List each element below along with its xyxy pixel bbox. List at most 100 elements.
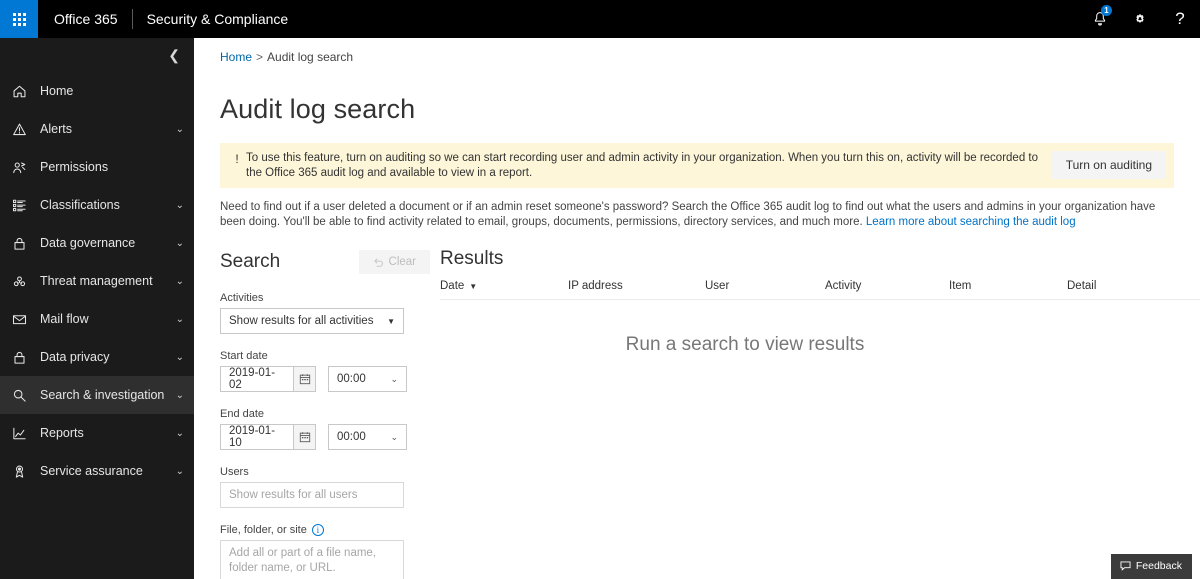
sidebar-item-classifications[interactable]: Classifications ⌄ — [0, 186, 194, 224]
breadcrumb-separator: > — [256, 50, 264, 64]
collapse-sidebar-button[interactable]: ❮ — [168, 48, 180, 62]
sidebar-item-label: Classifications — [40, 198, 120, 212]
activities-value: Show results for all activities — [229, 315, 374, 328]
sidebar-item-search-investigation[interactable]: Search & investigation ⌄ — [0, 376, 194, 414]
breadcrumb-current: Audit log search — [267, 50, 354, 64]
results-column-item[interactable]: Item — [949, 280, 1067, 292]
start-date-input[interactable]: 2019-01-02 — [220, 366, 293, 393]
results-column-label: Detail — [1067, 280, 1097, 293]
page-description: Need to find out if a user deleted a doc… — [220, 200, 1180, 230]
sidebar-item-label: Reports — [40, 426, 84, 440]
end-time-value: 00:00 — [337, 431, 366, 444]
chevron-down-icon: ▼ — [387, 316, 395, 326]
results-column-detail[interactable]: Detail — [1067, 280, 1187, 292]
file-label: File, folder, or site i — [220, 524, 430, 537]
app-launcher-button[interactable] — [0, 0, 38, 38]
file-label-text: File, folder, or site — [220, 524, 307, 537]
sidebar-item-label: Search & investigation — [40, 388, 165, 402]
clear-button-label: Clear — [388, 256, 416, 269]
home-icon — [12, 82, 36, 100]
activities-dropdown[interactable]: Show results for all activities ▼ — [220, 308, 404, 335]
start-date-label: Start date — [220, 350, 268, 363]
chart-line-icon — [12, 424, 36, 442]
results-column-ip-address[interactable]: IP address — [568, 280, 705, 292]
award-icon — [12, 462, 36, 480]
speech-bubble-icon — [1120, 561, 1131, 571]
sidebar-item-alerts[interactable]: Alerts ⌄ — [0, 110, 194, 148]
sidebar-item-label: Mail flow — [40, 312, 89, 326]
main-content: Home > Audit log search Audit log search !… — [194, 38, 1200, 579]
lock-icon — [12, 234, 36, 252]
chevron-down-icon[interactable]: ⌄ — [176, 124, 184, 135]
start-time-dropdown[interactable]: 00:00 ⌄ — [328, 366, 407, 393]
chevron-down-icon[interactable]: ⌄ — [176, 352, 184, 363]
chevron-down-icon[interactable]: ⌄ — [176, 238, 184, 249]
results-column-activity[interactable]: Activity — [825, 280, 949, 292]
sidebar-item-label: Alerts — [40, 122, 72, 136]
auditing-message-bar: ! To use this feature, turn on auditing … — [220, 143, 1174, 189]
chevron-down-icon[interactable]: ⌄ — [176, 200, 184, 211]
end-date-input[interactable]: 2019-01-10 — [220, 424, 293, 451]
chevron-down-icon: ⌄ — [390, 431, 398, 442]
sidebar-item-reports[interactable]: Reports ⌄ — [0, 414, 194, 452]
suite-app-name[interactable]: Security & Compliance — [133, 0, 289, 38]
search-panel: Search Clear Activities Show results for… — [220, 248, 430, 579]
turn-on-auditing-button[interactable]: Turn on auditing — [1051, 151, 1166, 180]
people-icon — [12, 158, 36, 176]
settings-button[interactable] — [1120, 0, 1160, 38]
feedback-button[interactable]: Feedback — [1110, 554, 1192, 579]
sidebar-item-threat-management[interactable]: Threat management ⌄ — [0, 262, 194, 300]
breadcrumb: Home > Audit log search — [194, 38, 1200, 64]
sidebar-item-label: Threat management — [40, 274, 153, 288]
end-date-label: End date — [220, 408, 265, 421]
help-button[interactable]: ? — [1160, 0, 1200, 38]
info-icon[interactable]: i — [311, 524, 324, 537]
sidebar-item-home[interactable]: Home — [0, 72, 194, 110]
suite-header: Office 365 Security & Compliance 1 ? — [0, 0, 1200, 38]
results-column-date[interactable]: Date ▼ — [440, 280, 568, 292]
results-column-label: Activity — [825, 280, 862, 293]
chevron-down-icon[interactable]: ⌄ — [176, 314, 184, 325]
sort-descending-icon: ▼ — [469, 281, 478, 291]
breadcrumb-home-link[interactable]: Home — [220, 50, 252, 64]
sidebar-item-permissions[interactable]: Permissions — [0, 148, 194, 186]
file-input[interactable] — [220, 540, 404, 579]
results-table-header: Date ▼ IP address User Activity Item Detail — [440, 280, 1200, 301]
chevron-down-icon[interactable]: ⌄ — [176, 390, 184, 401]
notification-badge: 1 — [1101, 5, 1112, 16]
results-column-label: Date — [440, 280, 465, 293]
notifications-button[interactable]: 1 — [1080, 0, 1120, 38]
end-date-calendar-button[interactable] — [293, 424, 316, 451]
sidebar-item-label: Service assurance — [40, 464, 143, 478]
sidebar-item-label: Data governance — [40, 236, 136, 250]
sidebar-item-data-privacy[interactable]: Data privacy ⌄ — [0, 338, 194, 376]
sidebar-item-label: Home — [40, 84, 74, 98]
calendar-icon — [299, 374, 310, 385]
results-empty-message: Run a search to view results — [625, 334, 865, 356]
undo-icon — [373, 258, 383, 267]
users-input[interactable] — [220, 482, 404, 509]
waffle-icon — [12, 12, 26, 26]
sidebar-item-mail-flow[interactable]: Mail flow ⌄ — [0, 300, 194, 338]
chevron-down-icon[interactable]: ⌄ — [176, 466, 184, 477]
start-date-calendar-button[interactable] — [293, 366, 316, 393]
learn-more-link[interactable]: Learn more about searching the audit log — [866, 216, 1076, 228]
message-bar-text: To use this feature, turn on auditing so… — [246, 152, 1038, 180]
list-icon — [12, 196, 36, 214]
chevron-down-icon[interactable]: ⌄ — [176, 276, 184, 287]
sidebar-item-data-governance[interactable]: Data governance ⌄ — [0, 224, 194, 262]
suite-brand[interactable]: Office 365 — [38, 0, 132, 38]
gear-icon — [1136, 14, 1144, 23]
results-column-user[interactable]: User — [705, 280, 825, 292]
results-table: Date ▼ IP address User Activity Item Detail Ru… — [440, 280, 1200, 356]
clear-button[interactable]: Clear — [358, 250, 430, 275]
search-panel-header: Search Clear — [220, 248, 430, 276]
end-time-dropdown[interactable]: 00:00 ⌄ — [328, 424, 407, 451]
results-column-label: Item — [949, 280, 972, 293]
results-column-label: User — [705, 280, 730, 293]
sidebar-item-service-assurance[interactable]: Service assurance ⌄ — [0, 452, 194, 490]
results-panel: Results Date ▼ IP address User Activity Item D… — [440, 248, 1200, 579]
envelope-icon — [12, 310, 36, 328]
chevron-down-icon[interactable]: ⌄ — [176, 428, 184, 439]
content-panes: Search Clear Activities Show results for… — [194, 248, 1200, 579]
